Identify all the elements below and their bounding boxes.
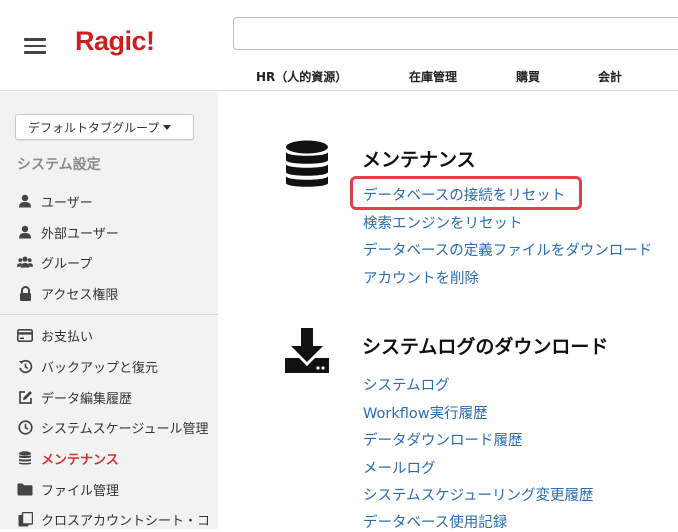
reset-db-connection-link[interactable]: データベースの接続をリセット	[363, 184, 565, 205]
sidebar-item-billing[interactable]: お支払い	[17, 324, 218, 346]
sidebar-item-label: アクセス権限	[41, 287, 119, 303]
menu-icon[interactable]	[24, 38, 46, 54]
sidebar-item-external-users[interactable]: 外部ユーザー	[17, 221, 218, 243]
sidebar-item-label: システムスケージュール管理	[41, 421, 209, 437]
database-icon	[17, 450, 33, 466]
system-settings-title: システム設定	[17, 157, 101, 173]
search-input[interactable]	[233, 17, 678, 50]
sidebar-item-maintenance[interactable]: メンテナンス	[17, 447, 218, 469]
tab-purchasing[interactable]: 購買	[516, 68, 540, 85]
clock-icon	[17, 419, 33, 435]
main-content: メンテナンス データベースの接続をリセット 検索エンジンをリセット データベース…	[218, 92, 678, 531]
tab-group-select[interactable]: デフォルトタブグループ	[15, 114, 194, 140]
credit-card-icon	[17, 327, 33, 343]
sidebar: デフォルトタブグループ システム設定 ユーザー 外部ユーザー グループ アクセス…	[0, 92, 218, 529]
top-nav: HR（人的資源） 在庫管理 購買 会計	[0, 64, 678, 88]
workflow-history-link[interactable]: Workflow実行履歴	[363, 402, 488, 423]
sidebar-item-cross-account-sheet[interactable]: クロスアカウントシート・コ	[17, 508, 218, 530]
sidebar-item-label: クロスアカウントシート・コ	[41, 513, 211, 529]
sidebar-item-label: お支払い	[41, 329, 94, 345]
download-db-definition-link[interactable]: データベースの定義ファイルをダウンロード	[363, 239, 652, 260]
database-icon	[286, 140, 328, 187]
caret-down-icon	[163, 124, 172, 130]
data-download-history-link[interactable]: データダウンロード履歴	[363, 429, 523, 450]
sidebar-item-label: データ編集履歴	[41, 391, 133, 407]
sidebar-item-label: グループ	[41, 256, 93, 272]
tab-group-label: デフォルトタブグループ	[28, 120, 160, 135]
sidebar-item-users[interactable]: ユーザー	[17, 190, 218, 212]
users-icon	[17, 254, 33, 270]
sidebar-item-backup-restore[interactable]: バックアップと復元	[17, 355, 218, 377]
mail-log-link[interactable]: メールログ	[363, 457, 436, 478]
history-icon	[17, 358, 33, 374]
edit-icon	[17, 389, 33, 405]
sidebar-divider	[0, 314, 218, 315]
tab-accounting[interactable]: 会計	[598, 68, 622, 85]
sidebar-item-label: ファイル管理	[41, 483, 120, 499]
copy-icon	[17, 511, 33, 527]
folder-icon	[17, 481, 33, 497]
log-download-title: システムログのダウンロード	[362, 336, 609, 358]
sidebar-item-file-management[interactable]: ファイル管理	[17, 478, 218, 500]
download-icon	[285, 328, 329, 373]
sidebar-item-label: 外部ユーザー	[41, 226, 119, 242]
user-icon	[17, 193, 33, 209]
sidebar-item-system-schedule[interactable]: システムスケージュール管理	[17, 416, 218, 438]
sidebar-item-label: バックアップと復元	[41, 360, 159, 376]
schedule-change-history-link[interactable]: システムスケジューリング変更履歴	[363, 484, 594, 505]
sidebar-item-groups[interactable]: グループ	[17, 251, 218, 273]
sidebar-item-label: ユーザー	[41, 195, 93, 211]
app-header: Ragic! HR（人的資源） 在庫管理 購買 会計	[0, 0, 678, 91]
sidebar-item-access-rights[interactable]: アクセス権限	[17, 282, 218, 304]
delete-account-link[interactable]: アカウントを削除	[363, 267, 479, 288]
reset-search-engine-link[interactable]: 検索エンジンをリセット	[363, 212, 523, 233]
ragic-logo[interactable]: Ragic!	[75, 26, 155, 57]
lock-icon	[17, 285, 33, 301]
user-icon	[17, 224, 33, 240]
maintenance-title: メンテナンス	[362, 149, 476, 171]
sidebar-item-edit-history[interactable]: データ編集履歴	[17, 386, 218, 408]
tab-hr[interactable]: HR（人的資源）	[256, 68, 347, 85]
system-log-link[interactable]: システムログ	[363, 374, 450, 395]
tab-inventory[interactable]: 在庫管理	[409, 68, 457, 85]
sidebar-item-label: メンテナンス	[41, 452, 119, 468]
